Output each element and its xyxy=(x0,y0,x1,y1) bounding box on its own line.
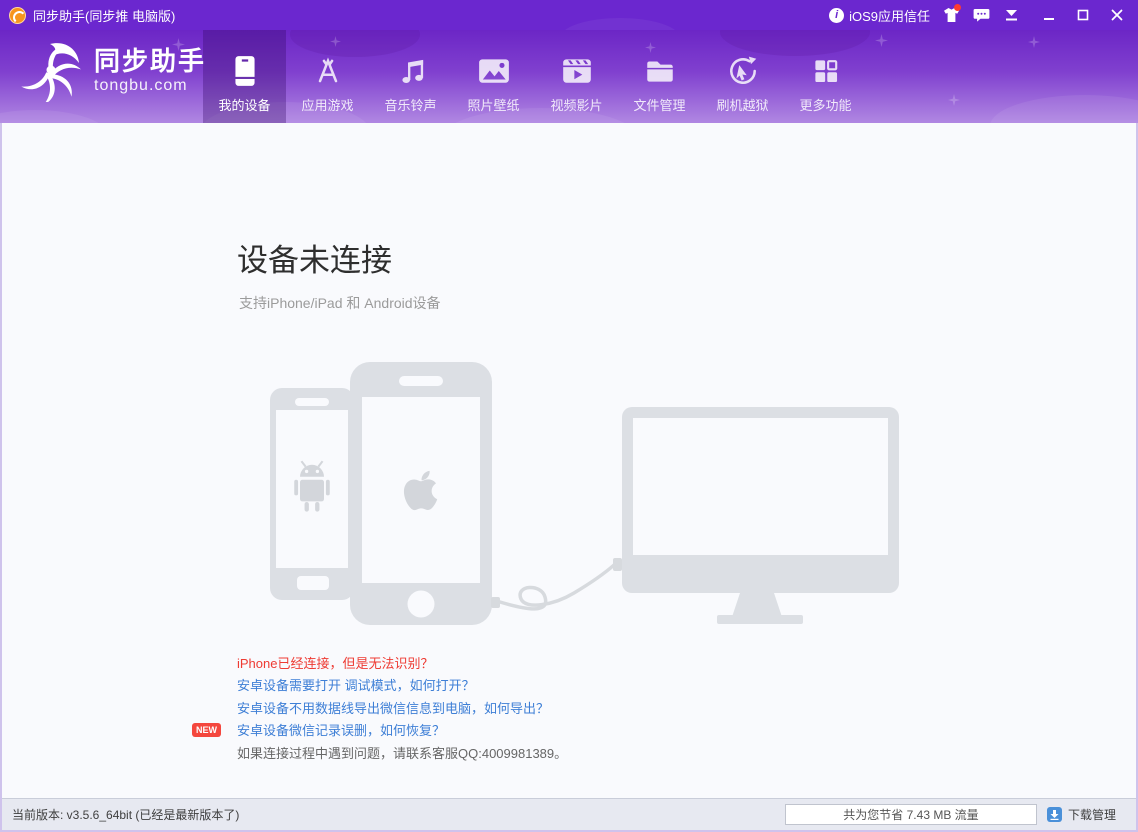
photo-icon xyxy=(478,59,509,83)
ios9-trust-button[interactable]: i iOS9应用信任 xyxy=(829,6,930,25)
theme-skin-icon[interactable] xyxy=(942,4,961,24)
maximize-button[interactable] xyxy=(1074,6,1092,24)
tab-label: 刷机越狱 xyxy=(716,98,769,113)
window-title: 同步助手(同步推 电脑版) xyxy=(33,8,176,24)
cloud-decoration xyxy=(560,18,680,30)
star-decoration xyxy=(948,94,960,106)
nav-tabs: 我的设备 应用游戏 音乐铃声 照片壁纸 视频影片 文件管理 刷机越狱 更多功能 xyxy=(203,30,867,123)
new-badge: NEW xyxy=(192,722,221,737)
help-link-android-debug-mode[interactable]: 安卓设备需要打开 调试模式，如何打开？ xyxy=(237,674,567,697)
support-contact-text: 如果连接过程中遇到问题，请联系客服QQ:4009981389。 xyxy=(237,745,568,761)
tab-label: 文件管理 xyxy=(633,98,686,113)
brand-logo[interactable]: 同步助手 tongbu.com xyxy=(20,38,206,102)
ios9-trust-label: iOS9应用信任 xyxy=(849,8,930,24)
iphone-graphic xyxy=(350,362,492,625)
notification-dot xyxy=(954,4,961,11)
page-subtitle: 支持iPhone/iPad 和 Android设备 xyxy=(239,295,441,311)
cloud-decoration xyxy=(990,95,1138,123)
download-manager-button[interactable]: 下载管理 xyxy=(1046,806,1116,823)
computer-monitor-graphic xyxy=(622,407,899,624)
device-phone-icon xyxy=(234,56,255,86)
app-window: 同步助手(同步推 电脑版) i iOS9应用信任 同步助手 tongbu.com… xyxy=(0,0,1138,832)
info-icon: i xyxy=(829,7,845,23)
help-link-label: 安卓设备微信记录误删，如何恢复？ xyxy=(237,723,446,739)
tab-videos[interactable]: 视频影片 xyxy=(535,30,618,123)
brand-name: 同步助手 xyxy=(94,45,207,76)
status-bar: 当前版本: v3.5.6_64bit (已经是最新版本了) 共为您节省 7.43… xyxy=(2,798,1136,830)
minimize-button[interactable] xyxy=(1040,6,1058,24)
app-logo-icon xyxy=(9,6,26,24)
help-link-wechat-recover[interactable]: NEW 安卓设备微信记录误删，如何恢复？ xyxy=(192,719,567,742)
folder-icon xyxy=(646,61,673,82)
tab-label: 应用游戏 xyxy=(301,98,354,113)
star-decoration xyxy=(1028,36,1040,48)
help-links: iPhone已经连接，但是无法识别？ 安卓设备需要打开 调试模式，如何打开？ 安… xyxy=(192,651,568,764)
brand-domain: tongbu.com xyxy=(94,76,188,94)
check-update-download-icon[interactable] xyxy=(1002,6,1020,24)
traffic-savings-box: 共为您节省 7.43 MB 流量 xyxy=(784,804,1037,825)
tab-more-features[interactable]: 更多功能 xyxy=(784,30,867,123)
tab-music-ringtones[interactable]: 音乐铃声 xyxy=(369,30,452,123)
usb-cable-graphic xyxy=(491,558,622,611)
tab-my-device[interactable]: 我的设备 xyxy=(203,30,286,123)
tab-flash-jailbreak[interactable]: 刷机越狱 xyxy=(701,30,784,123)
cloud-decoration xyxy=(0,110,110,123)
download-manager-label: 下载管理 xyxy=(1067,808,1116,822)
more-grid-icon xyxy=(814,60,837,83)
tongbu-swirl-logo-icon xyxy=(21,43,81,102)
title-bar: 同步助手(同步推 电脑版) i iOS9应用信任 xyxy=(0,0,1138,30)
main-navigation: 同步助手 tongbu.com 我的设备 应用游戏 音乐铃声 照片壁纸 视频影片… xyxy=(0,30,1138,123)
download-icon xyxy=(1046,807,1062,822)
version-text: 当前版本: v3.5.6_64bit (已经是最新版本了) xyxy=(12,808,240,822)
jailbreak-restore-icon xyxy=(729,56,756,84)
tab-label: 照片壁纸 xyxy=(467,98,520,113)
star-decoration xyxy=(875,34,888,47)
help-link-iphone-not-recognized[interactable]: iPhone已经连接，但是无法识别？ xyxy=(237,651,567,674)
tab-apps-games[interactable]: 应用游戏 xyxy=(286,30,369,123)
page-title: 设备未连接 xyxy=(237,243,392,278)
main-content: 设备未连接 支持iPhone/iPad 和 Android设备 iPhone已经… xyxy=(2,123,1136,798)
close-button[interactable] xyxy=(1108,6,1126,24)
video-clapper-icon xyxy=(562,59,591,83)
android-phone-graphic xyxy=(270,388,354,600)
music-note-icon xyxy=(401,59,423,84)
tab-label: 音乐铃声 xyxy=(384,98,437,113)
device-connection-illustration xyxy=(270,362,899,625)
tab-label: 更多功能 xyxy=(799,98,852,113)
tab-file-manager[interactable]: 文件管理 xyxy=(618,30,701,123)
tab-label: 视频影片 xyxy=(550,98,603,113)
appstore-icon xyxy=(318,57,337,83)
feedback-chat-icon[interactable] xyxy=(972,6,990,24)
tab-label: 我的设备 xyxy=(218,98,271,113)
tab-photos-wallpaper[interactable]: 照片壁纸 xyxy=(452,30,535,123)
help-link-wechat-export[interactable]: 安卓设备不用数据线导出微信信息到电脑，如何导出？ xyxy=(237,696,567,719)
